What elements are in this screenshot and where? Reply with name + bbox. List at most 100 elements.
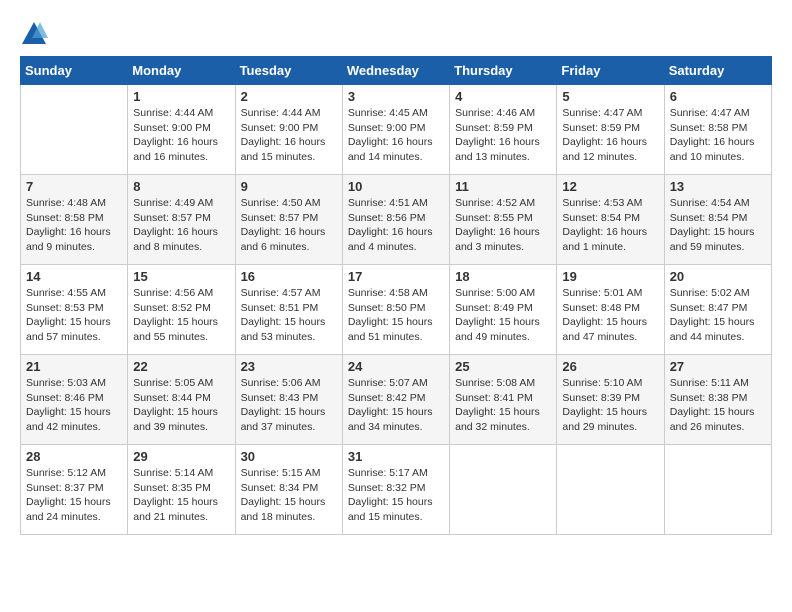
day-cell: 21 Sunrise: 5:03 AMSunset: 8:46 PMDayligh… (21, 355, 128, 445)
day-info: Sunrise: 4:50 AMSunset: 8:57 PMDaylight:… (241, 196, 337, 255)
day-info: Sunrise: 5:05 AMSunset: 8:44 PMDaylight:… (133, 376, 229, 435)
day-number: 25 (455, 359, 551, 374)
day-cell: 29Sunrise: 5:14 AMSunset: 8:35 PMDayligh… (128, 445, 235, 535)
day-number: 15 (133, 269, 229, 284)
day-info: Sunrise: 4:53 AMSunset: 8:54 PMDaylight:… (562, 196, 658, 255)
day-info: Sunrise: 4:54 AMSunset: 8:54 PMDaylight:… (670, 196, 766, 255)
day-cell: 12 Sunrise: 4:53 AMSunset: 8:54 PMDayligh… (557, 175, 664, 265)
day-info: Sunrise: 4:47 AMSunset: 8:58 PMDaylight:… (670, 106, 766, 165)
day-info: Sunrise: 5:12 AMSunset: 8:37 PMDaylight:… (26, 466, 122, 525)
weekday-header: Saturday (664, 57, 771, 85)
day-number: 2 (241, 89, 337, 104)
day-number: 28 (26, 449, 122, 464)
day-cell: 17 Sunrise: 4:58 AMSunset: 8:50 PMDayligh… (342, 265, 449, 355)
calendar-table: SundayMondayTuesdayWednesdayThursdayFrid… (20, 56, 772, 535)
day-info: Sunrise: 4:58 AMSunset: 8:50 PMDaylight:… (348, 286, 444, 345)
week-row: 1 Sunrise: 4:44 AMSunset: 9:00 PMDaylight… (21, 85, 772, 175)
weekday-header: Monday (128, 57, 235, 85)
day-number: 24 (348, 359, 444, 374)
day-number: 26 (562, 359, 658, 374)
day-info: Sunrise: 4:52 AMSunset: 8:55 PMDaylight:… (455, 196, 551, 255)
day-cell: 24 Sunrise: 5:07 AMSunset: 8:42 PMDayligh… (342, 355, 449, 445)
day-info: Sunrise: 5:10 AMSunset: 8:39 PMDaylight:… (562, 376, 658, 435)
day-cell: 5 Sunrise: 4:47 AMSunset: 8:59 PMDaylight… (557, 85, 664, 175)
day-cell: 26 Sunrise: 5:10 AMSunset: 8:39 PMDayligh… (557, 355, 664, 445)
day-info: Sunrise: 5:17 AMSunset: 8:32 PMDaylight:… (348, 466, 444, 525)
day-cell: 14 Sunrise: 4:55 AMSunset: 8:53 PMDayligh… (21, 265, 128, 355)
day-cell: 19 Sunrise: 5:01 AMSunset: 8:48 PMDayligh… (557, 265, 664, 355)
day-info: Sunrise: 5:08 AMSunset: 8:41 PMDaylight:… (455, 376, 551, 435)
week-row: 7 Sunrise: 4:48 AMSunset: 8:58 PMDaylight… (21, 175, 772, 265)
day-cell: 7 Sunrise: 4:48 AMSunset: 8:58 PMDaylight… (21, 175, 128, 265)
day-number: 19 (562, 269, 658, 284)
day-number: 6 (670, 89, 766, 104)
day-info: Sunrise: 4:55 AMSunset: 8:53 PMDaylight:… (26, 286, 122, 345)
day-number: 17 (348, 269, 444, 284)
page-header (20, 20, 772, 48)
day-cell: 6 Sunrise: 4:47 AMSunset: 8:58 PMDaylight… (664, 85, 771, 175)
day-number: 16 (241, 269, 337, 284)
day-info: Sunrise: 4:44 AMSunset: 9:00 PMDaylight:… (133, 106, 229, 165)
weekday-header: Tuesday (235, 57, 342, 85)
day-number: 5 (562, 89, 658, 104)
day-cell (557, 445, 664, 535)
day-cell: 20Sunrise: 5:02 AMSunset: 8:47 PMDayligh… (664, 265, 771, 355)
day-number: 9 (241, 179, 337, 194)
day-number: 11 (455, 179, 551, 194)
day-number: 18 (455, 269, 551, 284)
day-cell: 1 Sunrise: 4:44 AMSunset: 9:00 PMDaylight… (128, 85, 235, 175)
day-info: Sunrise: 4:57 AMSunset: 8:51 PMDaylight:… (241, 286, 337, 345)
day-number: 14 (26, 269, 122, 284)
day-number: 4 (455, 89, 551, 104)
logo (20, 20, 52, 48)
day-cell: 16 Sunrise: 4:57 AMSunset: 8:51 PMDayligh… (235, 265, 342, 355)
day-cell: 22Sunrise: 5:05 AMSunset: 8:44 PMDayligh… (128, 355, 235, 445)
day-cell: 2 Sunrise: 4:44 AMSunset: 9:00 PMDaylight… (235, 85, 342, 175)
day-info: Sunrise: 5:00 AMSunset: 8:49 PMDaylight:… (455, 286, 551, 345)
day-info: Sunrise: 5:07 AMSunset: 8:42 PMDaylight:… (348, 376, 444, 435)
day-info: Sunrise: 5:03 AMSunset: 8:46 PMDaylight:… (26, 376, 122, 435)
day-info: Sunrise: 4:44 AMSunset: 9:00 PMDaylight:… (241, 106, 337, 165)
day-cell: 23 Sunrise: 5:06 AMSunset: 8:43 PMDayligh… (235, 355, 342, 445)
day-cell: 27Sunrise: 5:11 AMSunset: 8:38 PMDayligh… (664, 355, 771, 445)
day-cell: 4 Sunrise: 4:46 AMSunset: 8:59 PMDaylight… (450, 85, 557, 175)
day-cell (450, 445, 557, 535)
calendar-body: 1 Sunrise: 4:44 AMSunset: 9:00 PMDaylight… (21, 85, 772, 535)
weekday-row: SundayMondayTuesdayWednesdayThursdayFrid… (21, 57, 772, 85)
day-number: 8 (133, 179, 229, 194)
day-number: 30 (241, 449, 337, 464)
day-number: 12 (562, 179, 658, 194)
day-info: Sunrise: 4:47 AMSunset: 8:59 PMDaylight:… (562, 106, 658, 165)
day-cell: 13 Sunrise: 4:54 AMSunset: 8:54 PMDayligh… (664, 175, 771, 265)
week-row: 28 Sunrise: 5:12 AMSunset: 8:37 PMDayligh… (21, 445, 772, 535)
day-cell: 10Sunrise: 4:51 AMSunset: 8:56 PMDayligh… (342, 175, 449, 265)
day-info: Sunrise: 4:45 AMSunset: 9:00 PMDaylight:… (348, 106, 444, 165)
day-cell (664, 445, 771, 535)
day-info: Sunrise: 5:01 AMSunset: 8:48 PMDaylight:… (562, 286, 658, 345)
day-info: Sunrise: 4:46 AMSunset: 8:59 PMDaylight:… (455, 106, 551, 165)
day-number: 21 (26, 359, 122, 374)
day-info: Sunrise: 5:15 AMSunset: 8:34 PMDaylight:… (241, 466, 337, 525)
day-cell: 9 Sunrise: 4:50 AMSunset: 8:57 PMDaylight… (235, 175, 342, 265)
day-cell: 30 Sunrise: 5:15 AMSunset: 8:34 PMDayligh… (235, 445, 342, 535)
logo-icon (20, 20, 48, 48)
day-number: 1 (133, 89, 229, 104)
day-number: 23 (241, 359, 337, 374)
day-info: Sunrise: 5:02 AMSunset: 8:47 PMDaylight:… (670, 286, 766, 345)
day-number: 7 (26, 179, 122, 194)
day-number: 3 (348, 89, 444, 104)
day-info: Sunrise: 5:14 AMSunset: 8:35 PMDaylight:… (133, 466, 229, 525)
day-cell: 28 Sunrise: 5:12 AMSunset: 8:37 PMDayligh… (21, 445, 128, 535)
day-info: Sunrise: 4:51 AMSunset: 8:56 PMDaylight:… (348, 196, 444, 255)
day-cell: 15Sunrise: 4:56 AMSunset: 8:52 PMDayligh… (128, 265, 235, 355)
calendar-header: SundayMondayTuesdayWednesdayThursdayFrid… (21, 57, 772, 85)
day-info: Sunrise: 5:06 AMSunset: 8:43 PMDaylight:… (241, 376, 337, 435)
day-cell: 18 Sunrise: 5:00 AMSunset: 8:49 PMDayligh… (450, 265, 557, 355)
day-number: 27 (670, 359, 766, 374)
day-info: Sunrise: 4:48 AMSunset: 8:58 PMDaylight:… (26, 196, 122, 255)
day-cell: 3 Sunrise: 4:45 AMSunset: 9:00 PMDaylight… (342, 85, 449, 175)
day-number: 13 (670, 179, 766, 194)
day-cell: 31Sunrise: 5:17 AMSunset: 8:32 PMDayligh… (342, 445, 449, 535)
week-row: 14 Sunrise: 4:55 AMSunset: 8:53 PMDayligh… (21, 265, 772, 355)
day-cell: 11 Sunrise: 4:52 AMSunset: 8:55 PMDayligh… (450, 175, 557, 265)
